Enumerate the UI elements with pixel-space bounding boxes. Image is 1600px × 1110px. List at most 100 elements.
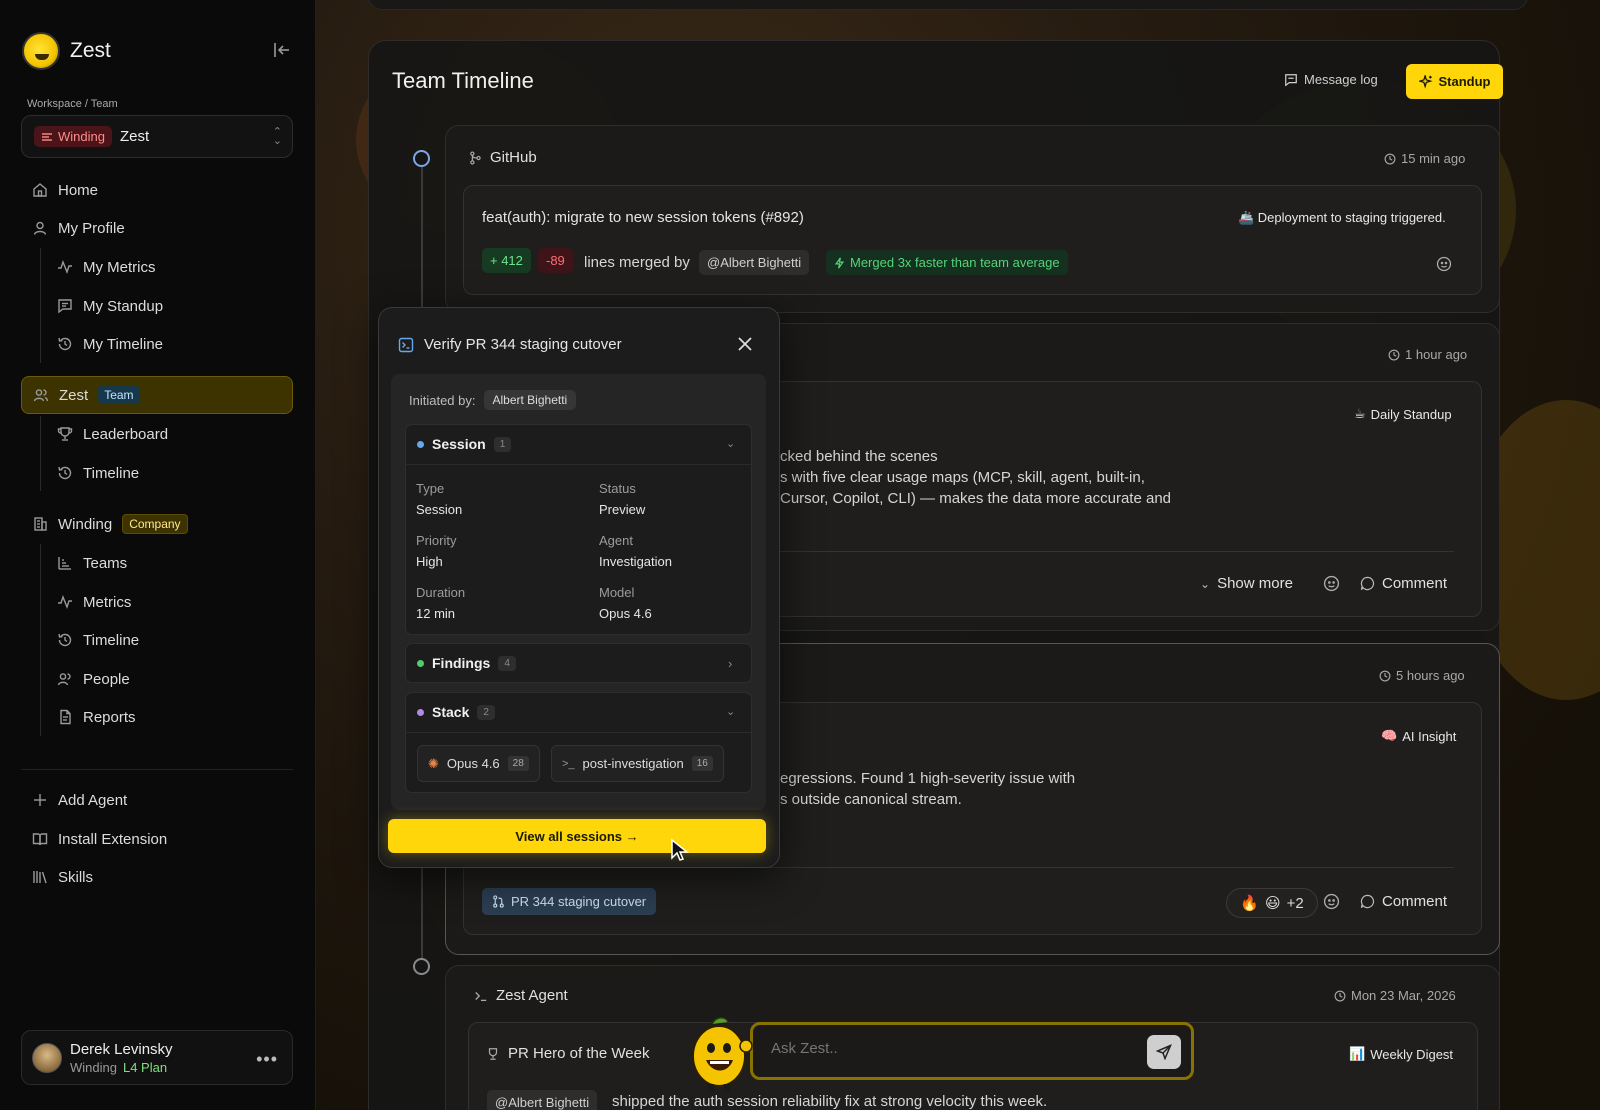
nav-my-standup-label: My Standup [83,297,164,315]
nav-my-metrics[interactable]: My Metrics [57,248,293,286]
reactions-group[interactable]: 🔥 😃 +2 [1226,888,1318,918]
status-value: Preview [599,502,646,517]
message-log-button[interactable]: Message log [1284,72,1378,87]
add-reaction-icon[interactable] [1323,893,1340,910]
nav-people-label: People [83,670,130,688]
send-icon [1156,1044,1172,1060]
event-time-label: Mon 23 Mar, 2026 [1351,988,1456,1003]
stack-item-count: 16 [691,756,713,771]
nav-my-standup[interactable]: My Standup [57,287,293,325]
nav-my-timeline-label: My Timeline [83,335,164,353]
stack-item[interactable]: >_ post-investigation 16 [551,745,724,782]
chevron-down-icon[interactable]: ⌄ [726,705,735,718]
timeline-dot [413,958,430,975]
add-reaction-icon[interactable] [1436,256,1452,272]
nav-team-timeline[interactable]: Timeline [57,454,293,492]
nav-my-profile[interactable]: My Profile [21,209,293,247]
status-dot [417,659,424,667]
nav-company-label: Winding [58,515,113,533]
nav-teams-label: Teams [83,554,128,572]
clock-icon [1334,990,1346,1001]
author-chip[interactable]: @Albert Bighetti [699,250,810,275]
nav-leaderboard[interactable]: Leaderboard [57,415,293,453]
workspace-select[interactable]: Winding Zest ⌃ ⌄ [21,115,293,158]
comment-button[interactable]: Comment [1360,575,1447,592]
nav-people[interactable]: People [57,660,293,698]
digest-title-label: PR Hero of the Week [508,1045,650,1062]
user-org: Winding [70,1059,117,1075]
ask-zest-bar [750,1022,1194,1080]
clock-icon [1379,670,1391,681]
brain-icon: 🧠 [1381,728,1398,743]
workspace-name: Zest [119,128,150,145]
company-tag: Company [122,514,188,534]
nav-my-timeline[interactable]: My Timeline [57,325,293,363]
chevron-down-icon[interactable]: ⌄ [726,437,735,450]
agent-key: Agent [599,533,633,548]
nav-home[interactable]: Home [21,171,293,209]
nav-company-timeline[interactable]: Timeline [57,621,293,659]
pr-chip[interactable]: PR 344 staging cutover [482,888,657,915]
nav-teams[interactable]: Teams [57,544,293,582]
send-button[interactable] [1147,1035,1181,1069]
brand[interactable]: Zest [22,32,111,70]
workspace-badge-label: Winding [58,129,105,144]
show-more-label: Show more [1217,575,1293,592]
avatar [32,1042,62,1073]
event-time: Mon 23 Mar, 2026 [1334,988,1456,1003]
deploy-note: 🚢 Deployment to staging triggered. [1238,210,1446,225]
author-chip[interactable]: @Albert Bighetti [487,1090,598,1110]
collapse-sidebar-icon[interactable] [272,40,292,60]
nav-skills-label: Skills [58,868,94,886]
status-dot [417,708,424,716]
ask-zest-input[interactable] [771,1040,1131,1057]
session-label: Session [432,436,486,452]
nav-install-extension[interactable]: Install Extension [21,820,293,858]
view-all-sessions-button[interactable]: View all sessions → [388,819,766,853]
initiator-chip[interactable]: Albert Bighetti [483,390,577,410]
nav-reports[interactable]: Reports [57,698,293,736]
close-icon[interactable] [736,335,754,353]
priority-value: High [416,554,443,569]
coffee-icon: ☕ [1354,406,1366,421]
event-time-label: 15 min ago [1401,151,1466,166]
event-body [463,185,1482,295]
user-plan: L4 Plan [122,1059,168,1075]
findings-header[interactable]: Findings 4 [417,655,516,671]
duration-value: 12 min [416,606,456,621]
activity-icon [58,259,72,275]
stack-item-count: 28 [507,756,529,771]
model-value: Opus 4.6 [599,606,652,621]
trophy-icon [57,427,73,441]
standup-button[interactable]: Standup [1406,64,1503,99]
add-reaction-icon[interactable] [1323,575,1340,592]
insight-tag-label: AI Insight [1402,728,1457,744]
divider [780,551,1454,552]
session-section-header[interactable]: Session 1 [417,436,512,452]
session-section [405,424,752,635]
app-name: Zest [70,39,111,62]
nav-metrics[interactable]: Metrics [57,583,293,621]
comment-button[interactable]: Comment [1360,893,1447,910]
user-card[interactable]: Derek Levinsky Winding L4 Plan ••• [21,1030,293,1085]
nav-skills[interactable]: Skills [21,858,293,896]
nav-add-agent[interactable]: Add Agent [21,781,293,819]
nav-company-winding[interactable]: Winding Company [21,505,293,543]
comment-icon [1360,576,1375,591]
stack-item[interactable]: ✺ Opus 4.6 28 [417,745,540,782]
stack-item-label: Opus 4.6 [446,756,500,771]
terminal-icon [475,991,487,1001]
home-icon [33,183,47,197]
chevron-right-icon[interactable]: › [728,656,732,671]
more-horizontal-icon[interactable]: ••• [256,1049,278,1070]
chevron-updown-icon: ⌃ ⌄ [272,126,282,147]
event-time: 5 hours ago [1379,668,1465,683]
standup-text-line: cked behind the scenes [780,448,938,465]
standup-text-line: Cursor, Copilot, CLI) — makes the data m… [780,490,1172,507]
standup-text-line: s with five clear usage maps (MCP, skill… [780,469,1145,486]
nav-team-zest[interactable]: Zest Team [21,376,293,414]
stack-header[interactable]: Stack 2 [417,704,495,720]
show-more-button[interactable]: ⌄ Show more [1200,575,1293,592]
status-dot [417,440,424,448]
nav-reports-label: Reports [83,708,136,726]
